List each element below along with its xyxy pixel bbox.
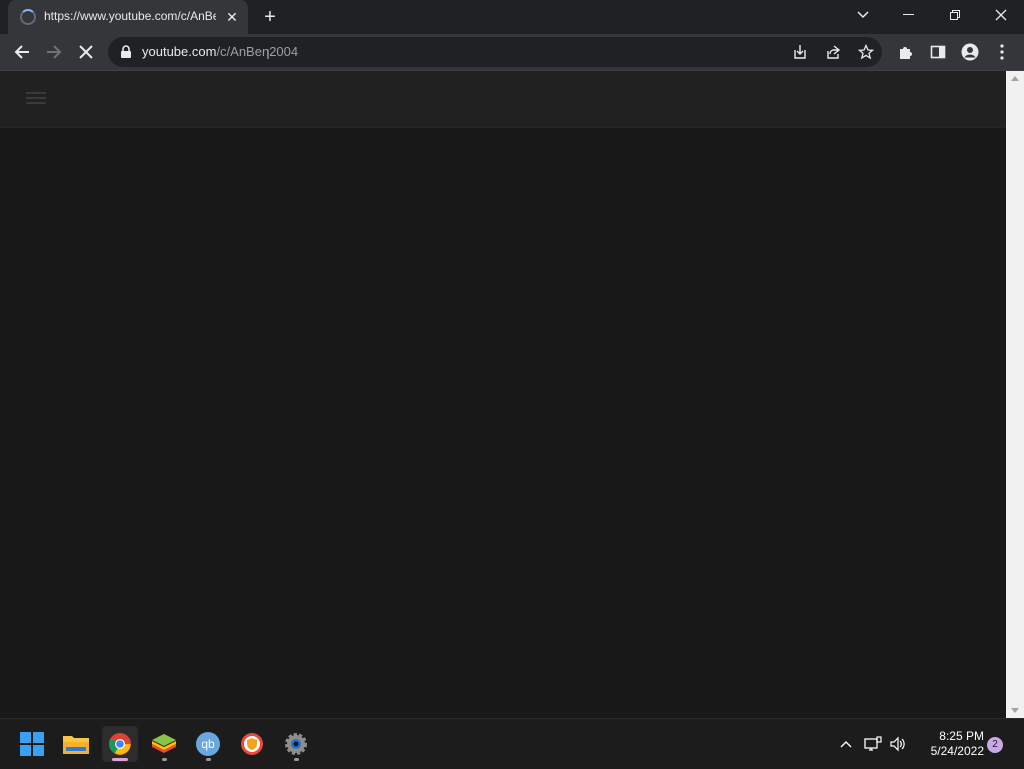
forward-arrow-icon xyxy=(47,45,62,59)
install-icon[interactable] xyxy=(790,42,810,62)
close-icon xyxy=(995,9,1007,21)
volume-icon[interactable] xyxy=(888,734,908,754)
forward-button[interactable] xyxy=(40,38,68,66)
notification-badge[interactable]: 2 xyxy=(987,737,1003,753)
qbittorrent-icon: qb xyxy=(196,732,220,756)
chrome-taskbar-button[interactable] xyxy=(102,726,138,762)
new-tab-button[interactable]: + xyxy=(258,5,282,29)
settings-button[interactable] xyxy=(278,726,314,762)
close-window-button[interactable] xyxy=(978,0,1024,30)
chevron-up-icon[interactable] xyxy=(836,734,856,754)
side-panel-button[interactable] xyxy=(924,38,952,66)
bluestacks-button[interactable] xyxy=(146,726,182,762)
minimize-button[interactable] xyxy=(886,0,932,30)
restore-icon xyxy=(950,10,960,20)
loading-spinner-icon xyxy=(20,9,36,25)
share-icon[interactable] xyxy=(823,42,843,62)
text-cursor-icon: I xyxy=(266,46,270,62)
windows-logo-icon xyxy=(20,732,44,756)
stop-loading-button[interactable] xyxy=(72,38,100,66)
folder-icon xyxy=(63,736,89,754)
system-clock[interactable]: 8:25 PM 5/24/2022 xyxy=(914,729,984,759)
network-icon[interactable] xyxy=(863,734,883,754)
app-running-indicator xyxy=(294,758,299,761)
qbittorrent-button[interactable]: qb xyxy=(190,726,226,762)
restore-button[interactable] xyxy=(932,0,978,30)
bluestacks-icon xyxy=(152,734,176,753)
back-arrow-icon xyxy=(14,45,29,59)
chevron-down-icon xyxy=(857,11,869,19)
scroll-down-arrow-icon[interactable] xyxy=(1011,708,1019,713)
extensions-button[interactable] xyxy=(892,38,920,66)
lock-icon[interactable] xyxy=(120,45,132,59)
tab-search-button[interactable] xyxy=(840,0,886,30)
browser-toolbar: youtube.com/c/AnBen2004 xyxy=(0,34,1024,70)
app-running-indicator xyxy=(162,758,167,761)
page-scrollbar[interactable] xyxy=(1006,71,1024,718)
windows-taskbar: qb 8:25 PM 5/24/2022 2 xyxy=(0,718,1024,769)
youtube-header-skeleton xyxy=(0,71,1006,128)
stop-icon xyxy=(79,45,93,59)
app-running-indicator xyxy=(206,758,211,761)
tab-close-icon[interactable]: ✕ xyxy=(222,7,242,27)
hamburger-menu-icon[interactable] xyxy=(26,89,46,107)
back-button[interactable] xyxy=(8,38,36,66)
url-host: youtube.com xyxy=(142,44,217,59)
chrome-menu-button[interactable] xyxy=(988,38,1016,66)
url-text[interactable]: youtube.com/c/AnBen2004 xyxy=(142,44,298,60)
url-path: /c/AnBen2004 xyxy=(216,44,299,59)
page-content xyxy=(0,71,1006,718)
scroll-up-arrow-icon[interactable] xyxy=(1011,76,1019,81)
address-bar[interactable]: youtube.com/c/AnBen2004 xyxy=(108,37,882,67)
bookmark-star-icon[interactable] xyxy=(856,42,876,62)
minimize-icon xyxy=(903,14,914,15)
menu-dots-icon xyxy=(1000,44,1004,60)
extensions-icon xyxy=(900,47,912,59)
profile-button[interactable] xyxy=(956,38,984,66)
tab-title: https://www.youtube.com/c/AnBen2004 xyxy=(44,9,216,23)
profile-icon xyxy=(961,43,979,61)
clock-time: 8:25 PM xyxy=(939,729,984,743)
vpn-app-button[interactable] xyxy=(234,726,270,762)
active-app-indicator xyxy=(112,758,128,761)
gear-icon xyxy=(285,733,307,755)
side-panel-icon xyxy=(930,45,946,59)
start-button[interactable] xyxy=(14,726,50,762)
clock-date: 5/24/2022 xyxy=(930,744,984,758)
chrome-icon xyxy=(109,733,131,755)
tab-strip: https://www.youtube.com/c/AnBen2004 ✕ + xyxy=(0,0,1024,34)
shield-icon xyxy=(241,733,263,755)
file-explorer-button[interactable] xyxy=(58,726,94,762)
browser-tab-active[interactable]: https://www.youtube.com/c/AnBen2004 ✕ xyxy=(8,0,248,34)
